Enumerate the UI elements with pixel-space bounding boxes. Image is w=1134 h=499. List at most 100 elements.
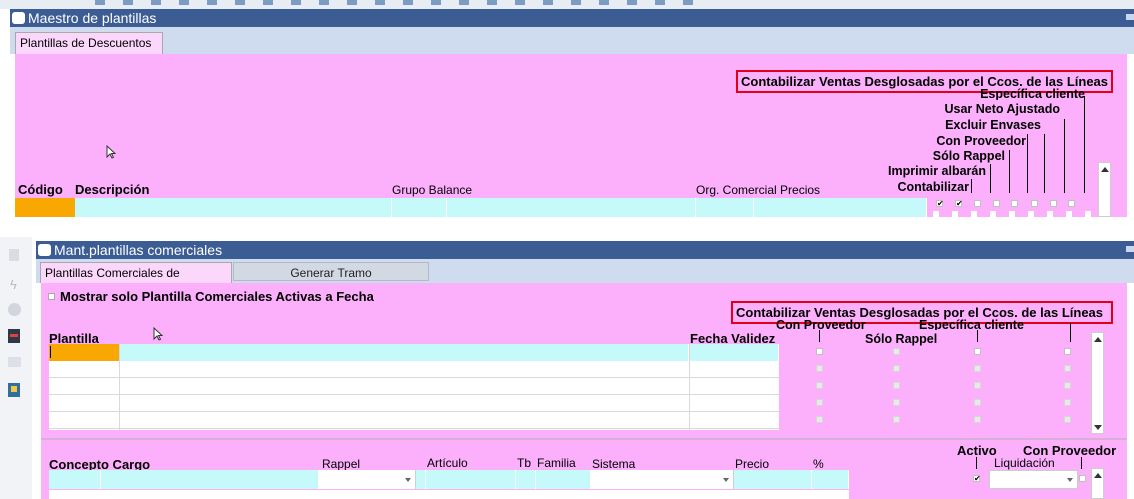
- document-icon[interactable]: [9, 249, 19, 261]
- org-comercial-desc-field[interactable]: [754, 198, 927, 217]
- column-header-familia: Familia: [537, 456, 576, 470]
- scroll-up-icon[interactable]: [1100, 167, 1109, 172]
- imprimir-albaran-checkbox[interactable]: ✔: [955, 200, 963, 208]
- con-proveedor-checkbox[interactable]: [816, 348, 823, 355]
- lightning-icon[interactable]: ϟ: [10, 277, 18, 292]
- contabilizar-desglosadas-checkbox[interactable]: [1064, 399, 1071, 406]
- tab-plantillas-descuentos[interactable]: Plantillas de Descuentos: [15, 32, 163, 54]
- especifica-cliente-checkbox[interactable]: [974, 348, 981, 355]
- contabilizar-desglosadas-checkbox[interactable]: [1068, 200, 1075, 207]
- checkbox-grid: [813, 348, 1083, 433]
- toolbar-icons-cropped: [95, 0, 695, 5]
- articulo-field[interactable]: [426, 470, 516, 489]
- table-row[interactable]: [49, 395, 779, 412]
- solo-rappel-checkbox[interactable]: [893, 348, 900, 355]
- chevron-down-icon[interactable]: [1067, 478, 1073, 482]
- percent-field[interactable]: [812, 470, 849, 489]
- header-imprimir-albaran: Imprimir albarán: [888, 164, 986, 178]
- contabilizar-checkbox[interactable]: ✔: [936, 200, 944, 208]
- contabilizar-desglosadas-checkbox[interactable]: [1064, 382, 1071, 389]
- column-divider: [119, 344, 120, 430]
- concepto-desc-field[interactable]: [101, 470, 319, 489]
- contabilizar-desglosadas-checkbox[interactable]: [1064, 416, 1071, 423]
- con-proveedor-checkbox[interactable]: [816, 416, 823, 423]
- con-proveedor-checkbox[interactable]: [816, 382, 823, 389]
- solo-rappel-checkbox[interactable]: [893, 399, 900, 406]
- con-proveedor-checkbox[interactable]: [993, 200, 1000, 207]
- table-row[interactable]: [49, 361, 779, 378]
- usar-neto-ajustado-checkbox[interactable]: [1031, 200, 1038, 207]
- header-solo-rappel: Sólo Rappel: [865, 332, 938, 346]
- con-proveedor-checkbox[interactable]: [1079, 475, 1086, 482]
- scroll-down-icon[interactable]: [1093, 425, 1102, 430]
- concepto-field[interactable]: [49, 470, 101, 489]
- familia-field[interactable]: [536, 470, 591, 489]
- con-proveedor-checkbox[interactable]: [816, 399, 823, 406]
- column-header-codigo: Código: [18, 182, 63, 197]
- sistema-combo[interactable]: [591, 470, 734, 489]
- report-icon[interactable]: [8, 383, 20, 397]
- con-proveedor-checkbox[interactable]: [816, 365, 823, 372]
- window1-title: Maestro de plantillas: [28, 10, 157, 26]
- activo-checkbox[interactable]: ✔: [973, 475, 981, 483]
- rappel-combo[interactable]: [319, 470, 416, 489]
- tab-generar-tramo[interactable]: Generar Tramo: [233, 262, 429, 281]
- especifica-cliente-checkbox[interactable]: [974, 416, 981, 423]
- check-circle-icon[interactable]: [8, 303, 21, 316]
- plantilla-desc-field[interactable]: [119, 344, 689, 361]
- mostrar-activas-checkbox[interactable]: [48, 293, 55, 300]
- grupo-balance-desc-field[interactable]: [447, 198, 696, 217]
- contabilizar-desglosadas-checkbox[interactable]: [1064, 348, 1071, 355]
- window1-titlebar[interactable]: Maestro de plantillas: [10, 9, 1134, 27]
- window-gap: [0, 217, 1134, 237]
- excluir-envases-checkbox[interactable]: [1011, 200, 1018, 207]
- solo-rappel-checkbox[interactable]: [893, 416, 900, 423]
- plantillas-grid: [49, 344, 779, 430]
- tab-plantillas-comerciales-provision[interactable]: Plantillas Comerciales de Provisión: [40, 262, 232, 300]
- column-divider: [689, 344, 690, 430]
- minimize-icon[interactable]: [1126, 14, 1134, 20]
- mouse-pointer-icon: [153, 327, 163, 341]
- minimize-icon[interactable]: [1126, 246, 1134, 252]
- solo-rappel-checkbox[interactable]: [893, 382, 900, 389]
- especifica-cliente-checkbox[interactable]: [1050, 200, 1057, 207]
- column-header-org-comercial: Org. Comercial Precios: [696, 183, 821, 197]
- articulo-code-field[interactable]: [416, 470, 426, 489]
- grupo-balance-field[interactable]: [392, 198, 447, 217]
- contabilizar-desglosadas-checkbox[interactable]: [1064, 365, 1071, 372]
- tb-field[interactable]: [516, 470, 536, 489]
- header-excluir-envases: Excluir Envases: [945, 118, 1041, 132]
- table-row[interactable]: [49, 490, 849, 499]
- column-header-articulo: Artículo: [427, 456, 468, 470]
- scroll-up-icon[interactable]: [1093, 473, 1102, 478]
- table-row: [15, 198, 1087, 217]
- solo-rappel-checkbox[interactable]: [893, 365, 900, 372]
- folder-icon[interactable]: [8, 357, 21, 367]
- window2-lower-scrollbar[interactable]: [1091, 468, 1104, 499]
- especifica-cliente-checkbox[interactable]: [974, 382, 981, 389]
- column-header-activo: Activo: [957, 443, 997, 458]
- org-comercial-field[interactable]: [696, 198, 754, 217]
- record-icon[interactable]: [8, 329, 20, 343]
- window1-scrollbar[interactable]: [1098, 162, 1111, 217]
- fecha-validez-field[interactable]: [689, 344, 779, 361]
- especifica-cliente-checkbox[interactable]: [974, 399, 981, 406]
- window2-titlebar[interactable]: Mant.plantillas comerciales: [36, 241, 1134, 259]
- table-row[interactable]: [49, 378, 779, 395]
- chevron-down-icon[interactable]: [723, 478, 729, 482]
- solo-rappel-checkbox[interactable]: [974, 200, 981, 207]
- column-header-tb: Tb: [517, 456, 532, 470]
- especifica-cliente-checkbox[interactable]: [974, 365, 981, 372]
- column-header-liquidacion: Liquidación: [994, 456, 1055, 470]
- table-row[interactable]: [49, 412, 779, 429]
- descripcion-field[interactable]: [75, 198, 392, 217]
- codigo-field[interactable]: [15, 198, 75, 217]
- window2-upper-scrollbar[interactable]: [1091, 332, 1104, 434]
- liquidacion-combo[interactable]: [989, 470, 1078, 489]
- plantilla-field[interactable]: [49, 344, 119, 361]
- scroll-up-icon[interactable]: [1093, 337, 1102, 342]
- precio-field[interactable]: [734, 470, 812, 489]
- window1-tabstrip: Plantillas de Descuentos: [10, 27, 1134, 54]
- row-checkboxes: ✔ ✔: [933, 200, 1093, 210]
- chevron-down-icon[interactable]: [405, 478, 411, 482]
